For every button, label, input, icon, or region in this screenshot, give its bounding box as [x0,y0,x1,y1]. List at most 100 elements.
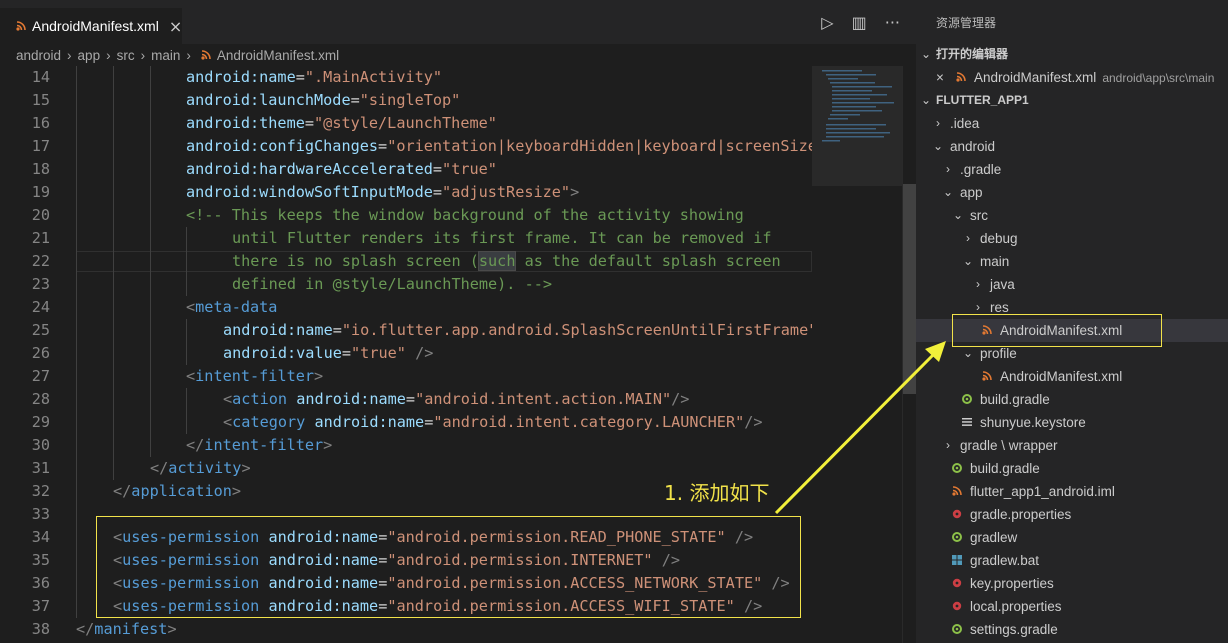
indent-guide [186,273,187,296]
tree-item-label: key.properties [970,576,1054,591]
tree-folder[interactable]: › gradle \ wrapper [916,434,1228,457]
code-token: defined in @style/LaunchTheme). --> [232,275,553,293]
tree-file[interactable]: build.gradle [916,388,1228,411]
code-line[interactable]: 38 </manifest> [0,618,812,641]
code-token: android:configChanges [186,137,379,155]
code-token: meta-data [195,298,278,316]
tree-item-label: build.gradle [970,461,1040,476]
indent-guide [150,227,151,250]
code-line[interactable]: 20 <!-- This keeps the window background … [0,204,812,227]
vertical-scrollbar[interactable] [902,66,917,643]
tree-file[interactable]: gradle.properties [916,503,1228,526]
code-line[interactable]: 28 <action android:name="android.intent.a… [0,388,812,411]
code-token: "true" [442,160,497,178]
code-line[interactable]: 23 defined in @style/LaunchTheme). --> [0,273,812,296]
chevron-right-icon: › [186,47,191,63]
code-line[interactable]: 27 <intent-filter> [0,365,812,388]
tree-item-label: settings.gradle [970,622,1058,637]
tree-item-label: shunyue.keystore [980,415,1086,430]
code-token: = [341,344,352,362]
tree-folder[interactable]: ⌄ android [916,135,1228,158]
code-line[interactable]: 30 </intent-filter> [0,434,812,457]
tree-file[interactable]: gradlew [916,526,1228,549]
line-number: 23 [31,275,50,293]
tree-item-label: android [950,139,996,154]
tree-folder[interactable]: › .idea [916,112,1228,135]
code-line[interactable]: 26 android:value="true" /> [0,342,812,365]
split-editor-icon[interactable]: ▥ [852,14,867,32]
section-label: FLUTTER_APP1 [936,93,1029,107]
indent-guide [113,296,114,319]
line-number: 35 [31,551,50,569]
code-token: = [304,114,315,132]
tree-folder[interactable]: › java [916,273,1228,296]
windows-icon [952,555,962,565]
tab-androidmanifest[interactable]: AndroidManifest.xml × [0,8,182,44]
tree-folder[interactable]: › debug [916,227,1228,250]
tree-folder[interactable]: ⌄ src [916,204,1228,227]
section-project[interactable]: ⌄ FLUTTER_APP1 [916,89,1228,111]
code-line[interactable]: 14 android:name=".MainActivity" [0,66,812,89]
tree-file[interactable]: shunyue.keystore [916,411,1228,434]
more-actions-icon[interactable]: ··· [885,14,900,32]
code-token: application [131,482,232,500]
minimap-content [822,70,894,142]
breadcrumb-item[interactable]: android [16,48,61,63]
code-text: android:theme="@style/LaunchTheme" [186,112,497,135]
gradle-icon [952,532,962,542]
tree-folder[interactable]: › .gradle [916,158,1228,181]
run-icon[interactable]: ▷ [821,14,833,32]
section-open-editors[interactable]: ⌄ 打开的编辑器 [916,43,1228,65]
tree-file[interactable]: gradlew.bat [916,549,1228,572]
minimap[interactable] [812,66,902,643]
code-line[interactable]: 22 there is no splash screen (such as the… [0,250,812,273]
code-line[interactable]: 19 android:windowSoftInputMode="adjustRes… [0,181,812,204]
indent-guide [113,411,114,434]
indent-guide [150,66,151,89]
code-token: > [167,620,177,638]
breadcrumb-item[interactable]: app [78,48,101,63]
tree-file[interactable]: key.properties [916,572,1228,595]
tree-folder[interactable]: ⌄ app [916,181,1228,204]
code-line[interactable]: 24 <meta-data [0,296,812,319]
code-line[interactable]: 16 android:theme="@style/LaunchTheme" [0,112,812,135]
indent-guide [113,181,114,204]
breadcrumb-item[interactable]: AndroidManifest.xml [217,48,339,63]
indent-guide [76,273,77,296]
close-icon[interactable]: × [169,17,182,36]
breadcrumb: android › app › src › main › AndroidManifest… [0,44,916,66]
code-line[interactable]: 29 <category android:name="android.intent… [0,411,812,434]
code-line[interactable]: 17 android:configChanges="orientation|key… [0,135,812,158]
indent-guide [76,250,77,273]
tree-file[interactable]: settings.gradle [916,618,1228,641]
tree-item-label: app [960,185,983,200]
code-line[interactable]: 21 until Flutter renders its first frame.… [0,227,812,250]
tree-file[interactable]: local.properties [916,595,1228,618]
gradle-icon [952,624,962,634]
indent-guide [76,66,77,89]
code-line[interactable]: 25 android:name="io.flutter.app.android.S… [0,319,812,342]
breadcrumb-item[interactable]: main [151,48,180,63]
rss-icon [201,50,211,60]
code-token: = [295,68,305,86]
tree-file[interactable]: build.gradle [916,457,1228,480]
tree-file[interactable]: flutter_app1_android.iml [916,480,1228,503]
tree-file[interactable]: AndroidManifest.xml [916,365,1228,388]
tree-folder[interactable]: ⌄ main [916,250,1228,273]
breadcrumb-item[interactable]: src [117,48,135,63]
indent-guide [150,204,151,227]
code-line[interactable]: 15 android:launchMode="singleTop" [0,89,812,112]
annotation-label: 1. 添加如下 [664,481,770,505]
code-token: > [231,482,242,500]
code-token: "android.intent.action.MAIN" [415,390,672,408]
line-number: 28 [31,390,50,408]
indent-guide [150,296,151,319]
rss-icon [956,72,966,82]
scrollbar-thumb[interactable] [903,184,917,394]
open-editor-item[interactable]: × AndroidManifest.xml android\app\src\mai… [916,66,1228,89]
code-line[interactable]: 18 android:hardwareAccelerated="true" [0,158,812,181]
close-icon[interactable]: × [936,66,944,89]
chevron-right-icon: › [966,231,970,245]
code-token: "orientation|keyboardHidden|keyboard|scr… [387,137,812,155]
code-token: android:name [186,68,296,86]
